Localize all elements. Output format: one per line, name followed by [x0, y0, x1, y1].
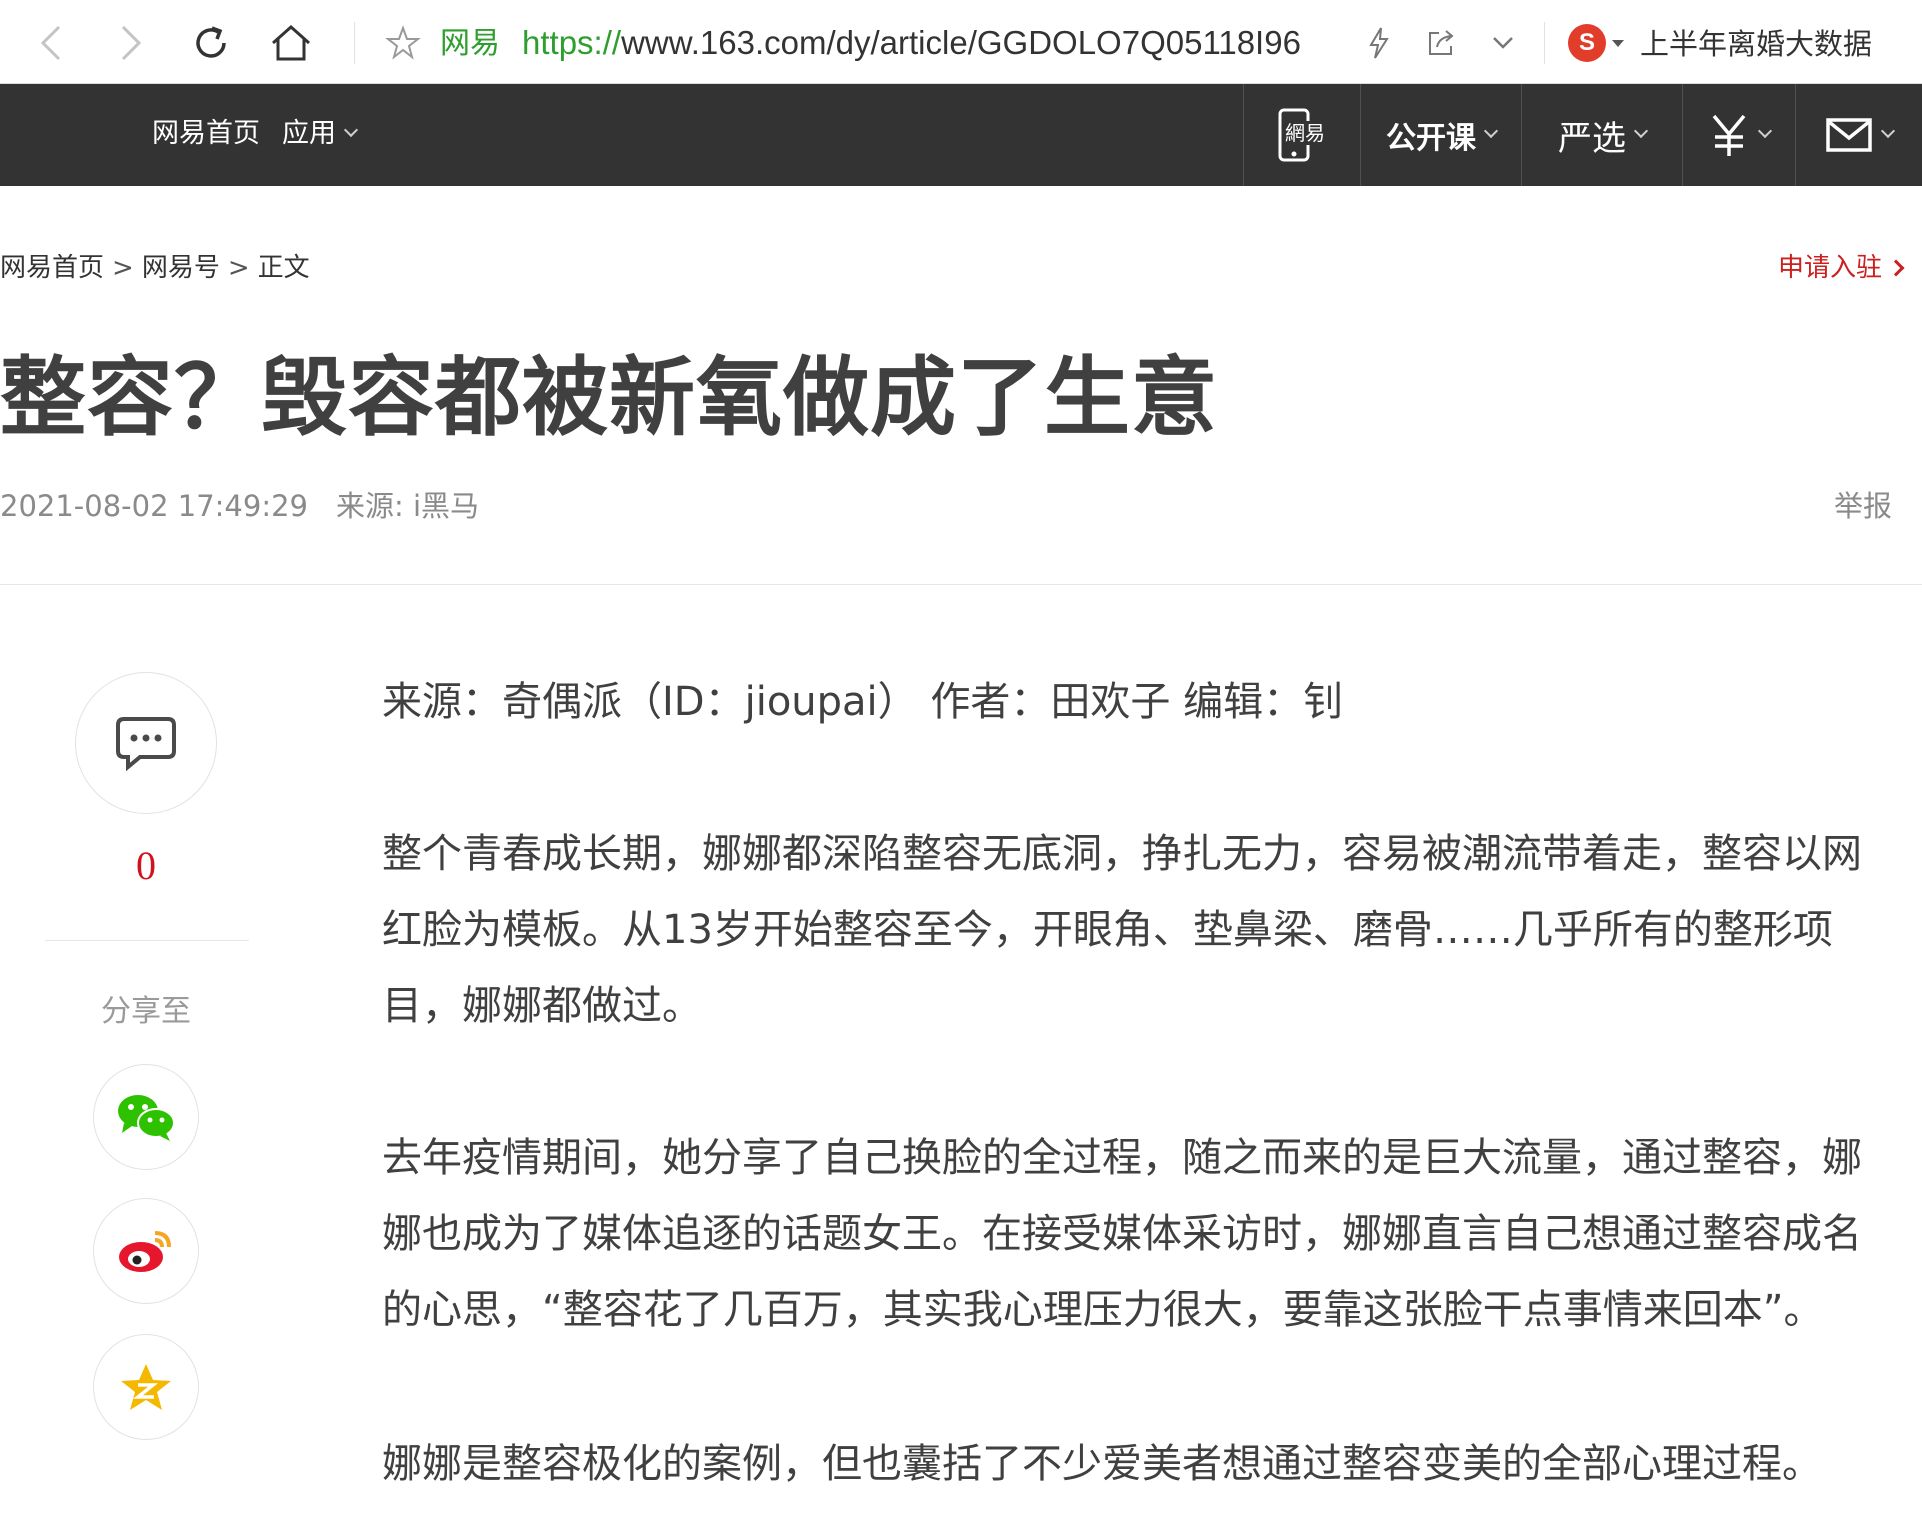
article-source-line: 来源：奇偶派（ID：jioupai） 作者：田欢子 编辑：钊 [382, 679, 1344, 725]
header-divider [0, 584, 1922, 585]
nav-home-link[interactable]: 网易首页 [152, 114, 260, 154]
chevron-right-icon [1887, 259, 1905, 277]
mail-icon [1826, 118, 1872, 152]
nav-yanxuan-menu[interactable]: 严选 [1522, 84, 1682, 186]
reload-icon[interactable] [188, 20, 234, 66]
report-link[interactable]: 举报 [1834, 484, 1892, 528]
article-source-link[interactable]: 来源: i黑马 [336, 489, 479, 523]
article-paragraph: 整个青春成长期，娜娜都深陷整容无底洞，挣扎无力，容易被潮流带着走，整容以网红脸为… [382, 831, 1862, 1029]
share-icon[interactable] [1418, 20, 1464, 66]
browser-address-bar: 网易 https://www.163.com/dy/article/GGDOLO… [0, 0, 1922, 84]
wechat-icon [118, 1095, 175, 1141]
site-nav-bar: 网易首页 应用 網易 公开课 严选 [0, 84, 1922, 186]
toolbar-divider [1544, 22, 1545, 64]
phone-icon: 網易 [1278, 108, 1329, 162]
share-weibo-button[interactable] [93, 1198, 199, 1304]
breadcrumb-current: 正文 [257, 253, 310, 283]
article-meta: 2021-08-02 17:49:29 来源: i黑马 [0, 484, 479, 528]
weibo-icon [119, 1231, 171, 1272]
nav-apps-menu[interactable]: 应用 [282, 114, 359, 154]
nav-mail-menu[interactable] [1796, 84, 1922, 186]
chevron-down-icon [1633, 123, 1649, 139]
yen-icon [1712, 114, 1746, 156]
nav-apps-label: 应用 [282, 118, 336, 149]
share-wechat-button[interactable] [93, 1064, 199, 1170]
breadcrumb-section-link[interactable]: 网易号 [142, 253, 220, 283]
rail-divider [45, 940, 249, 941]
nav-open-course-menu[interactable]: 公开课 [1361, 84, 1521, 186]
forward-arrow-icon[interactable] [108, 20, 154, 66]
back-arrow-icon[interactable] [28, 20, 74, 66]
chevron-down-icon [1483, 123, 1499, 139]
share-label: 分享至 [101, 994, 191, 1029]
search-suggestion[interactable]: 上半年离婚大数据 [1640, 24, 1872, 64]
article-paragraph: 去年疫情期间，她分享了自己换脸的全过程，随之而来的是巨大流量，通过整容，娜娜也成… [382, 1135, 1862, 1333]
article-title: 整容？毁容都被新氧做成了生意 [0, 348, 1218, 448]
breadcrumb-separator: > [112, 253, 134, 283]
bookmark-star-icon[interactable] [380, 20, 426, 66]
comment-button[interactable] [75, 672, 217, 814]
chevron-down-icon[interactable] [1480, 20, 1526, 66]
url-protocol: https:// [522, 24, 622, 61]
chevron-down-icon [1880, 123, 1896, 139]
share-qzone-button[interactable] [93, 1334, 199, 1440]
nav-yanxuan-label: 严选 [1558, 118, 1626, 159]
chevron-down-icon [1757, 123, 1773, 139]
search-engine-logo[interactable]: S [1568, 24, 1606, 62]
qzone-star-icon [121, 1364, 171, 1410]
comment-count[interactable]: 0 [75, 842, 217, 890]
breadcrumb: 网易首页 > 网易号 > 正文 [0, 250, 310, 286]
search-engine-caret-icon[interactable] [1612, 40, 1624, 47]
home-icon[interactable] [268, 20, 314, 66]
breadcrumb-separator: > [227, 253, 250, 283]
url-path: www.163.com/dy/article/GGDOLO7Q05118I96 [621, 24, 1301, 61]
nav-open-course-label: 公开课 [1386, 121, 1476, 156]
nav-finance-menu[interactable] [1683, 84, 1795, 186]
site-name-label: 网易 [440, 26, 500, 61]
toolbar-divider [354, 22, 355, 64]
apply-join-link[interactable]: 申请入驻 [1777, 250, 1905, 286]
apply-join-label: 申请入驻 [1777, 253, 1882, 283]
article-datetime: 2021-08-02 17:49:29 [0, 489, 308, 523]
article-paragraph: 娜娜是整容极化的案例，但也囊括了不少爱美者想通过整容变美的全部心理过程。 [382, 1441, 1822, 1487]
comment-bubble-icon [116, 717, 176, 771]
flash-icon[interactable] [1356, 20, 1402, 66]
svg-text:網易: 網易 [1285, 121, 1325, 145]
breadcrumb-home-link[interactable]: 网易首页 [0, 253, 104, 283]
chevron-down-icon [343, 122, 359, 138]
url-field[interactable]: https://www.163.com/dy/article/GGDOLO7Q0… [522, 22, 1301, 64]
nav-mobile-app[interactable]: 網易 [1244, 84, 1360, 186]
